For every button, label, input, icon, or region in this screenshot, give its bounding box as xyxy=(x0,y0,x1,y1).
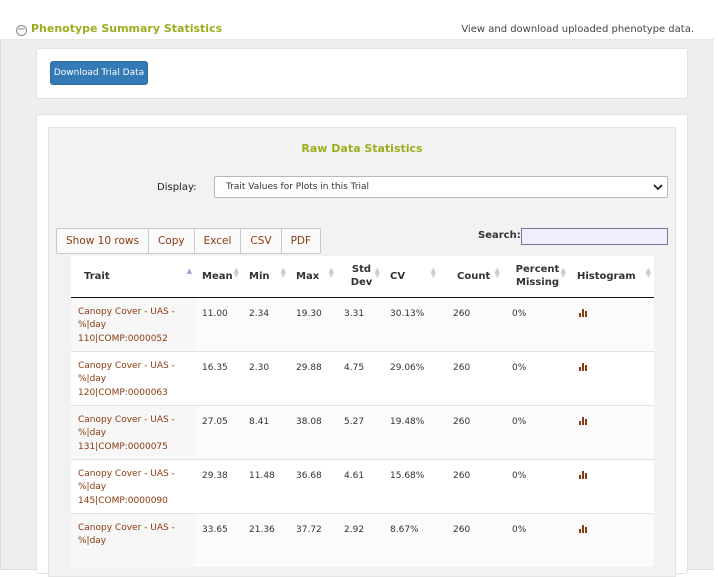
cell-percent-missing: 0% xyxy=(503,458,569,513)
cell-max: 36.68 xyxy=(289,458,337,513)
cell-histogram xyxy=(569,350,654,405)
trait-link[interactable]: Canopy Cover - UAS - %|day 110|COMP:0000… xyxy=(71,297,195,351)
cell-percent-missing: 0% xyxy=(503,350,569,405)
cell-mean: 16.35 xyxy=(195,350,242,405)
bar-chart-icon[interactable] xyxy=(579,362,588,371)
collapse-minus-icon[interactable]: − xyxy=(16,25,27,36)
search-label: Search: xyxy=(478,230,521,241)
col-header-mean[interactable]: Mean ▲ ▼ xyxy=(195,256,242,298)
raw-stats-title: Raw Data Statistics xyxy=(301,142,423,155)
table-row: Canopy Cover - UAS - %|day 131|COMP:0000… xyxy=(71,404,654,459)
trait-link[interactable]: Canopy Cover - UAS - %|day 120|COMP:0000… xyxy=(71,350,195,405)
cell-histogram xyxy=(569,458,654,513)
cell-min: 2.34 xyxy=(242,297,289,351)
cell-histogram xyxy=(569,404,654,459)
cell-min: 11.48 xyxy=(242,458,289,513)
cell-min: 2.30 xyxy=(242,350,289,405)
table-row: Canopy Cover - UAS - %|day 110|COMP:0000… xyxy=(71,297,654,351)
col-header-histogram[interactable]: Histogram ▲ ▼ xyxy=(569,256,654,298)
cell-mean: 27.05 xyxy=(195,404,242,459)
cell-std-dev: 5.27 xyxy=(337,404,383,459)
cell-cv: 29.06% xyxy=(383,350,439,405)
col-header-std-dev[interactable]: Std Dev ▲ ▼ xyxy=(337,256,383,298)
export-button-group: Show 10 rows Copy Excel CSV PDF xyxy=(56,228,322,254)
display-select[interactable]: Trait Values for Plots in this Trial xyxy=(214,176,668,198)
sort-arrows-icon: ▲ ▼ xyxy=(233,266,239,279)
cell-percent-missing: 0% xyxy=(503,512,569,567)
table-row: Canopy Cover - UAS - %|day 33.65 21.36 3… xyxy=(71,512,654,567)
col-header-max[interactable]: Max ▲ ▼ xyxy=(289,256,337,298)
cell-mean: 33.65 xyxy=(195,512,242,567)
cell-mean: 29.38 xyxy=(195,458,242,513)
cell-percent-missing: 0% xyxy=(503,404,569,459)
cell-min: 21.36 xyxy=(242,512,289,567)
panel-description: View and download uploaded phenotype dat… xyxy=(461,24,694,35)
cell-std-dev: 2.92 xyxy=(337,512,383,567)
download-trial-data-button[interactable]: Download Trial Data xyxy=(50,61,148,85)
trait-link[interactable]: Canopy Cover - UAS - %|day 131|COMP:0000… xyxy=(71,404,195,459)
bar-chart-icon[interactable] xyxy=(579,416,588,425)
cell-count: 260 xyxy=(439,458,503,513)
cell-std-dev: 4.75 xyxy=(337,350,383,405)
bar-chart-icon[interactable] xyxy=(579,308,588,317)
col-header-count[interactable]: Count ▲ ▼ xyxy=(439,256,503,298)
col-header-cv[interactable]: CV ▲ ▼ xyxy=(383,256,439,298)
sort-arrows-icon: ▲ ▼ xyxy=(328,266,334,279)
trait-link[interactable]: Canopy Cover - UAS - %|day xyxy=(71,512,195,567)
cell-mean: 11.00 xyxy=(195,297,242,351)
show-rows-button[interactable]: Show 10 rows xyxy=(56,228,149,254)
sort-arrows-icon: ▲ ▼ xyxy=(374,266,380,279)
stats-table: Trait ▲ Mean ▲ ▼ Min ▲ ▼ Max ▲ ▼ Std Dev ▲ ▼ CV ▲ ▼… xyxy=(71,256,654,567)
sort-asc-icon: ▲ xyxy=(186,267,192,275)
bar-chart-icon[interactable] xyxy=(579,524,588,533)
sort-arrows-icon: ▲ ▼ xyxy=(430,266,436,279)
search-input[interactable] xyxy=(521,228,668,245)
col-header-percent-missing[interactable]: Percent Missing ▲ ▼ xyxy=(503,256,569,298)
cell-std-dev: 3.31 xyxy=(337,297,383,351)
cell-std-dev: 4.61 xyxy=(337,458,383,513)
stats-table-wrapper: Trait ▲ Mean ▲ ▼ Min ▲ ▼ Max ▲ ▼ Std Dev ▲ ▼ CV ▲ ▼… xyxy=(71,256,654,567)
table-row: Canopy Cover - UAS - %|day 145|COMP:0000… xyxy=(71,458,654,513)
cell-cv: 15.68% xyxy=(383,458,439,513)
col-header-min[interactable]: Min ▲ ▼ xyxy=(242,256,289,298)
sort-arrows-icon: ▲ ▼ xyxy=(560,266,566,279)
col-header-trait[interactable]: Trait ▲ xyxy=(71,256,195,298)
table-row: Canopy Cover - UAS - %|day 120|COMP:0000… xyxy=(71,350,654,405)
cell-count: 260 xyxy=(439,404,503,459)
sort-arrows-icon: ▲ ▼ xyxy=(645,266,651,279)
cell-cv: 19.48% xyxy=(383,404,439,459)
pdf-button[interactable]: PDF xyxy=(280,228,322,254)
csv-button[interactable]: CSV xyxy=(240,228,282,254)
sort-arrows-icon: ▲ ▼ xyxy=(280,266,286,279)
cell-count: 260 xyxy=(439,512,503,567)
table-header-row: Trait ▲ Mean ▲ ▼ Min ▲ ▼ Max ▲ ▼ Std Dev ▲ ▼ CV ▲ ▼… xyxy=(71,256,654,298)
cell-histogram xyxy=(569,297,654,351)
panel-title[interactable]: Phenotype Summary Statistics xyxy=(31,22,222,35)
bar-chart-icon[interactable] xyxy=(579,470,588,479)
cell-min: 8.41 xyxy=(242,404,289,459)
cell-max: 19.30 xyxy=(289,297,337,351)
cell-cv: 8.67% xyxy=(383,512,439,567)
cell-count: 260 xyxy=(439,297,503,351)
chevron-down-icon xyxy=(653,184,663,191)
cell-percent-missing: 0% xyxy=(503,297,569,351)
cell-histogram xyxy=(569,512,654,567)
cell-max: 38.08 xyxy=(289,404,337,459)
cell-count: 260 xyxy=(439,350,503,405)
excel-button[interactable]: Excel xyxy=(193,228,242,254)
cell-cv: 30.13% xyxy=(383,297,439,351)
display-label: Display: xyxy=(157,182,197,193)
sort-arrows-icon: ▲ ▼ xyxy=(494,266,500,279)
display-select-value: Trait Values for Plots in this Trial xyxy=(226,182,370,192)
copy-button[interactable]: Copy xyxy=(147,228,195,254)
trait-link[interactable]: Canopy Cover - UAS - %|day 145|COMP:0000… xyxy=(71,458,195,513)
cell-max: 29.88 xyxy=(289,350,337,405)
cell-max: 37.72 xyxy=(289,512,337,567)
